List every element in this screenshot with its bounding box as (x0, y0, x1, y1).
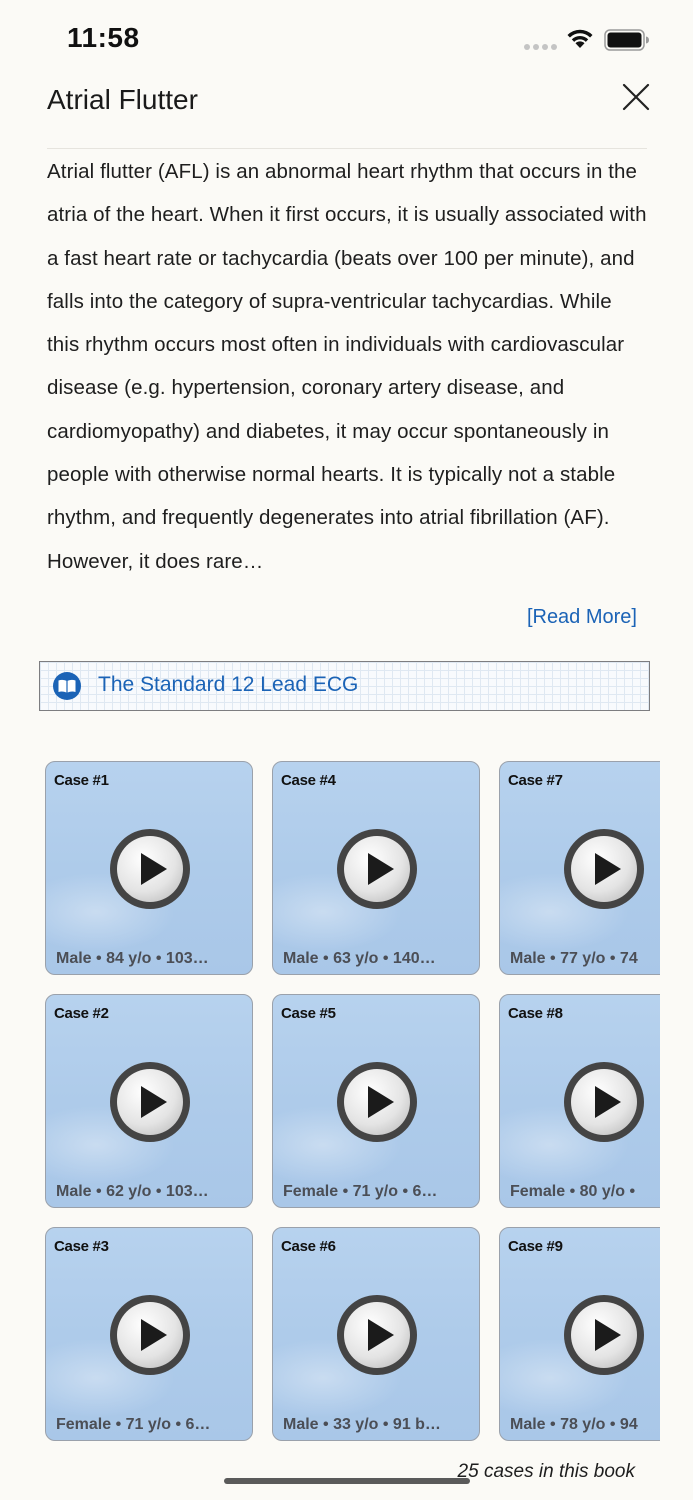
play-icon (110, 1062, 190, 1142)
case-meta: Male • 77 y/o • 74 (510, 950, 638, 967)
battery-icon (604, 29, 649, 51)
play-icon (337, 1295, 417, 1375)
close-icon (622, 83, 650, 111)
case-meta: Female • 71 y/o • 6… (56, 1416, 211, 1433)
case-card[interactable]: Case #6 Male • 33 y/o • 91 b… (272, 1227, 480, 1441)
play-icon (564, 1062, 644, 1142)
case-card[interactable]: Case #3 Female • 71 y/o • 6… (45, 1227, 253, 1441)
case-title: Case #4 (281, 772, 336, 789)
case-title: Case #8 (508, 1005, 563, 1022)
case-card[interactable]: Case #1 Male • 84 y/o • 103… (45, 761, 253, 975)
case-card[interactable]: Case #5 Female • 71 y/o • 6… (272, 994, 480, 1208)
status-time: 11:58 (67, 22, 140, 53)
cases-grid: Case #1 Male • 84 y/o • 103… Case #2 Mal… (45, 761, 660, 1446)
case-card[interactable]: Case #8 Female • 80 y/o • (499, 994, 660, 1208)
book-link-label: The Standard 12 Lead ECG (98, 673, 359, 696)
case-title: Case #2 (54, 1005, 109, 1022)
close-button[interactable] (619, 80, 653, 114)
header-divider (47, 148, 647, 149)
book-link[interactable]: The Standard 12 Lead ECG (39, 661, 650, 711)
play-icon (564, 829, 644, 909)
case-meta: Male • 84 y/o • 103… (56, 950, 209, 967)
play-icon (337, 829, 417, 909)
header: Atrial Flutter (47, 76, 650, 136)
case-meta: Male • 63 y/o • 140… (283, 950, 436, 967)
case-meta: Male • 78 y/o • 94 (510, 1416, 638, 1433)
case-title: Case #5 (281, 1005, 336, 1022)
page-title: Atrial Flutter (47, 84, 198, 115)
case-title: Case #1 (54, 772, 109, 789)
case-meta: Male • 62 y/o • 103… (56, 1183, 209, 1200)
case-title: Case #7 (508, 772, 563, 789)
case-meta: Female • 71 y/o • 6… (283, 1183, 438, 1200)
case-count-label: 25 cases in this book (457, 1461, 635, 1482)
case-title: Case #6 (281, 1238, 336, 1255)
read-more-link[interactable]: [Read More] (527, 606, 637, 629)
case-card[interactable]: Case #9 Male • 78 y/o • 94 (499, 1227, 660, 1441)
case-meta: Female • 80 y/o • (510, 1183, 636, 1200)
case-card[interactable]: Case #2 Male • 62 y/o • 103… (45, 994, 253, 1208)
book-icon (53, 672, 81, 700)
case-title: Case #9 (508, 1238, 563, 1255)
case-meta: Male • 33 y/o • 91 b… (283, 1416, 441, 1433)
case-title: Case #3 (54, 1238, 109, 1255)
play-icon (110, 829, 190, 909)
play-icon (564, 1295, 644, 1375)
description-text: Atrial flutter (AFL) is an abnormal hear… (47, 160, 647, 573)
home-indicator (224, 1478, 470, 1484)
case-card[interactable]: Case #7 Male • 77 y/o • 74 (499, 761, 660, 975)
cellular-signal-icon (524, 44, 557, 50)
wifi-icon (567, 29, 593, 48)
play-icon (337, 1062, 417, 1142)
case-card[interactable]: Case #4 Male • 63 y/o • 140… (272, 761, 480, 975)
play-icon (110, 1295, 190, 1375)
status-bar: 11:58 (0, 0, 693, 80)
